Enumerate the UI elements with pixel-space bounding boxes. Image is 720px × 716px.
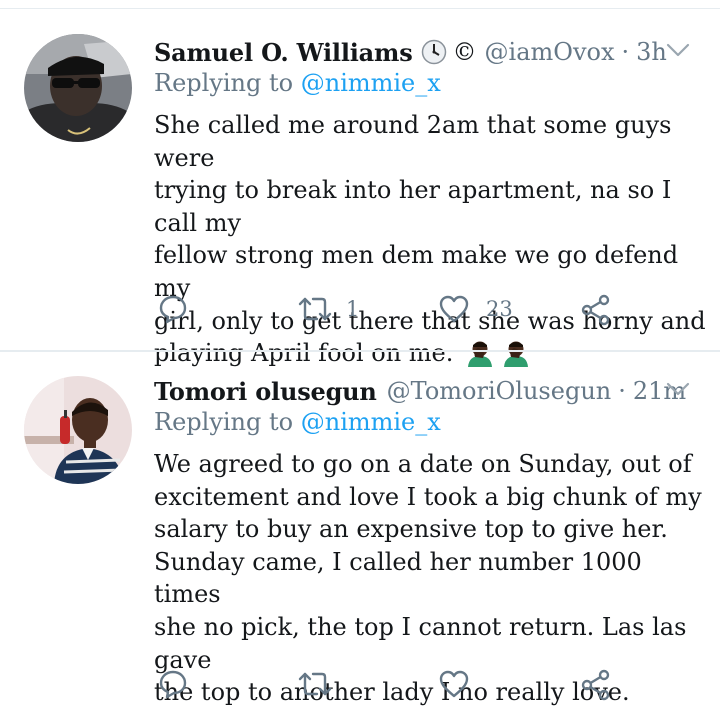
top-divider	[0, 8, 720, 9]
replying-prefix: Replying to	[154, 69, 294, 97]
tweet-line: She called me around 2am that some guys …	[154, 111, 672, 172]
like-button[interactable]: 23	[438, 294, 513, 324]
user-handle[interactable]: @TomoriOlusegun	[387, 377, 612, 405]
tweet-text: She called me around 2am that some guys …	[154, 109, 714, 376]
tweet-line: she no pick, the top I cannot return. La…	[154, 612, 687, 674]
separator-dot: ·	[618, 377, 626, 405]
facepalm-emoji	[467, 339, 493, 376]
share-button[interactable]	[580, 669, 612, 701]
share-button[interactable]	[580, 294, 612, 326]
tweet-line-last: playing April fool on me.	[154, 337, 714, 376]
tweet-header: Tomori olusegun @TomoriOlusegun · 21m	[154, 373, 686, 409]
reply-icon	[159, 295, 187, 324]
heart-icon	[439, 670, 469, 698]
retweet-count: 1	[346, 297, 360, 321]
separator-dot: ·	[621, 38, 630, 66]
like-button[interactable]	[438, 669, 470, 699]
replying-to: Replying to @nimmie_x	[154, 69, 441, 97]
tweet-actions	[0, 669, 720, 705]
retweet-icon	[298, 297, 332, 321]
heart-icon	[439, 295, 469, 323]
timestamp[interactable]: 3h	[636, 38, 667, 66]
tweet-line: We agreed to go on a date on Sunday, out…	[154, 450, 692, 478]
like-count: 23	[486, 297, 513, 321]
chevron-down-icon[interactable]	[664, 375, 692, 403]
clock-icon	[421, 39, 447, 65]
mention-link[interactable]: @nimmie_x	[301, 69, 441, 97]
reply-button[interactable]	[158, 669, 188, 699]
chevron-down-icon[interactable]	[664, 36, 692, 64]
mention-link[interactable]: @nimmie_x	[301, 408, 441, 436]
reply-button[interactable]	[158, 294, 188, 324]
display-name[interactable]: Samuel O. Williams	[154, 38, 413, 67]
tweet-line: trying to break into her apartment, na s…	[154, 176, 672, 237]
facepalm-emoji	[503, 339, 529, 376]
retweet-icon	[298, 672, 332, 696]
retweet-button[interactable]: 1	[298, 294, 359, 324]
tweet-line: excitement and love I took a big chunk o…	[154, 482, 702, 511]
avatar[interactable]	[24, 34, 132, 142]
avatar[interactable]	[24, 376, 132, 484]
user-handle[interactable]: @iamOvox	[485, 38, 615, 66]
copyright-symbol: ©	[452, 38, 477, 66]
display-name[interactable]: Tomori olusegun	[154, 377, 377, 406]
retweet-button[interactable]	[298, 669, 332, 699]
tweet-line: playing April fool on me.	[154, 339, 454, 368]
tweet-header: Samuel O. Williams © @iamOvox · 3h	[154, 34, 667, 70]
replying-to: Replying to @nimmie_x	[154, 408, 441, 436]
reply-icon	[159, 670, 187, 699]
tweet-line: Sunday came, I called her number 1000 ti…	[154, 547, 642, 609]
share-icon	[581, 294, 610, 326]
tweet-divider	[0, 350, 720, 352]
tweet-actions: 1 23	[0, 294, 720, 330]
tweet-line: salary to buy an expensive top to give h…	[154, 515, 668, 544]
share-icon	[581, 669, 610, 701]
replying-prefix: Replying to	[154, 408, 294, 436]
